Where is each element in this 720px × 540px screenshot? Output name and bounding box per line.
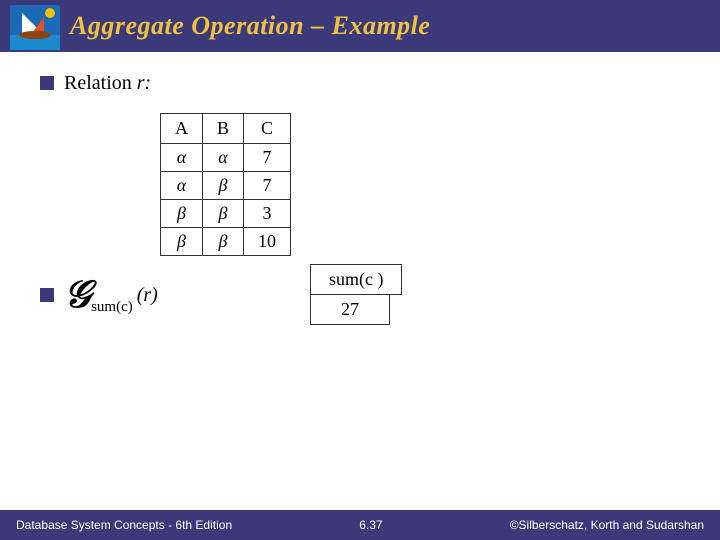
col-c-header: C: [244, 114, 291, 144]
footer-center: 6.37: [359, 518, 382, 532]
col-a-header: A: [161, 114, 203, 144]
g-symbol: 𝒢: [64, 276, 91, 314]
page-title: Aggregate Operation – Example: [70, 11, 430, 41]
table-row: α β 7: [161, 172, 291, 200]
relation-table: A B C α α 7 α β 7 β β: [160, 113, 291, 256]
cell-a3: β: [161, 200, 203, 228]
cell-c4: 10: [244, 228, 291, 256]
table-row: β β 10: [161, 228, 291, 256]
logo: [10, 5, 60, 50]
r-label: (r): [137, 284, 158, 307]
cell-c2: 7: [244, 172, 291, 200]
cell-c1: 7: [244, 144, 291, 172]
relation-section: Relation r:: [40, 72, 680, 95]
subscript-label: sum(c): [91, 299, 133, 316]
header: Aggregate Operation – Example: [0, 0, 720, 52]
table-header-row: A B C: [161, 114, 291, 144]
main-content: Relation r: A B C α α 7 α β: [0, 52, 720, 345]
cell-a4: β: [161, 228, 203, 256]
result-table: sum(c ) 27: [310, 264, 402, 325]
result-container: sum(c ) 27: [310, 264, 680, 325]
cell-c3: 3: [244, 200, 291, 228]
result-header: sum(c ): [310, 264, 402, 295]
cell-b3: β: [203, 200, 244, 228]
bullet-icon: [40, 76, 54, 90]
cell-a2: α: [161, 172, 203, 200]
footer: Database System Concepts - 6th Edition 6…: [0, 510, 720, 540]
relation-table-container: A B C α α 7 α β 7 β β: [160, 113, 680, 256]
footer-left: Database System Concepts - 6th Edition: [16, 518, 232, 532]
result-value: 27: [310, 294, 390, 325]
cell-b4: β: [203, 228, 244, 256]
cell-b1: α: [203, 144, 244, 172]
col-b-header: B: [203, 114, 244, 144]
table-row: β β 3: [161, 200, 291, 228]
relation-label: Relation r:: [64, 72, 151, 95]
cell-a1: α: [161, 144, 203, 172]
table-row: α α 7: [161, 144, 291, 172]
bullet-2-icon: [40, 288, 54, 302]
footer-right: ©Silberschatz, Korth and Sudarshan: [510, 518, 704, 532]
cell-b2: β: [203, 172, 244, 200]
